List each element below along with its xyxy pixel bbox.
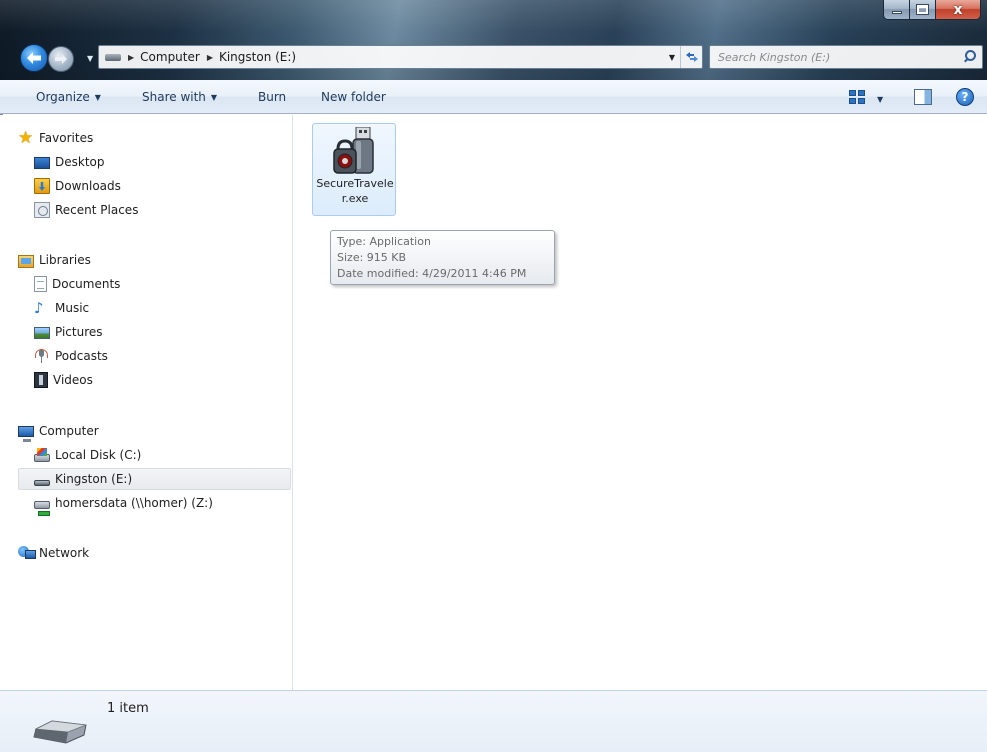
usb-security-app-icon xyxy=(333,127,374,174)
minimize-button[interactable] xyxy=(883,0,910,20)
refresh-button[interactable] xyxy=(680,46,702,68)
change-view-icon[interactable] xyxy=(849,90,865,104)
file-tooltip: Type: Application Size: 915 KB Date modi… xyxy=(330,230,555,285)
desktop-icon xyxy=(34,157,50,169)
libraries-icon xyxy=(18,254,34,268)
nav-item-label: Desktop xyxy=(55,155,105,169)
navigation-pane: ★ Favorites Desktop Downloads Recent Pla… xyxy=(0,115,293,690)
nav-computer[interactable]: Computer xyxy=(18,420,99,442)
pictures-icon xyxy=(34,327,50,339)
nav-libraries[interactable]: Libraries xyxy=(18,249,91,271)
nav-item-podcasts[interactable]: Podcasts xyxy=(34,345,108,367)
address-bar[interactable]: ▶ Computer ▶ Kingston (E:) ▼ xyxy=(98,45,703,69)
address-history-dropdown-icon[interactable]: ▼ xyxy=(664,53,680,62)
search-icon[interactable] xyxy=(961,48,979,66)
tooltip-date: Date modified: 4/29/2011 4:46 PM xyxy=(337,267,527,280)
recent-pages-dropdown[interactable]: ▼ xyxy=(87,54,97,64)
nav-item-downloads[interactable]: Downloads xyxy=(34,175,121,197)
nav-network[interactable]: Network xyxy=(18,542,89,564)
burn-button[interactable]: Burn xyxy=(258,80,286,114)
nav-item-label: Music xyxy=(55,301,90,315)
share-with-label: Share with xyxy=(142,90,206,104)
computer-icon xyxy=(18,426,34,442)
breadcrumb-chevron-icon[interactable]: ▶ xyxy=(207,53,213,62)
network-drive-icon xyxy=(34,500,50,516)
tooltip-size: Size: 915 KB xyxy=(337,251,407,264)
organize-menu[interactable]: Organize ▼ xyxy=(36,80,101,114)
view-options-dropdown-icon[interactable]: ▼ xyxy=(877,95,883,104)
nav-item-videos[interactable]: Videos xyxy=(34,369,93,391)
nav-item-music[interactable]: ♪ Music xyxy=(34,297,89,319)
close-button[interactable]: x xyxy=(936,0,981,20)
downloads-icon xyxy=(34,178,50,194)
nav-item-documents[interactable]: Documents xyxy=(34,273,120,295)
nav-item-label: Pictures xyxy=(55,325,103,339)
nav-item-label: Videos xyxy=(53,373,93,387)
close-icon: x xyxy=(953,1,963,18)
file-name-label[interactable]: SecureTraveler.exe xyxy=(313,176,397,206)
nav-item-label: Kingston (E:) xyxy=(55,472,133,486)
nav-item-kingston[interactable]: Kingston (E:) xyxy=(18,468,291,490)
back-arrow-icon xyxy=(27,52,41,64)
item-count-text: 1 item xyxy=(107,701,149,716)
share-with-menu[interactable]: Share with ▼ xyxy=(142,80,217,114)
chevron-down-icon: ▼ xyxy=(210,92,218,102)
minimize-icon xyxy=(891,11,902,14)
command-bar: Organize ▼ Share with ▼ Burn New folder xyxy=(0,80,987,114)
removable-drive-icon xyxy=(34,479,50,486)
details-pane: 1 item xyxy=(0,690,987,752)
breadcrumb-chevron-icon[interactable]: ▶ xyxy=(128,53,134,62)
new-folder-button[interactable]: New folder xyxy=(321,80,386,114)
drive-icon xyxy=(105,53,121,61)
nav-item-recent-places[interactable]: Recent Places xyxy=(34,199,138,221)
nav-item-homersdata[interactable]: homersdata (\\homer) (Z:) xyxy=(34,492,213,516)
maximize-button[interactable] xyxy=(910,0,936,20)
nav-computer-label: Computer xyxy=(39,424,99,438)
preview-pane-icon[interactable] xyxy=(914,89,932,105)
nav-item-pictures[interactable]: Pictures xyxy=(34,321,103,343)
forward-arrow-icon xyxy=(55,54,67,64)
windows-drive-icon xyxy=(34,448,50,462)
back-button[interactable] xyxy=(20,44,48,72)
forward-button[interactable] xyxy=(48,46,74,72)
tooltip-type: Type: Application xyxy=(337,235,431,248)
recent-places-icon xyxy=(34,202,50,218)
removable-drive-large-icon xyxy=(33,720,87,744)
file-item-securetraveler[interactable]: SecureTraveler.exe xyxy=(312,123,396,216)
nav-favorites-label: Favorites xyxy=(39,131,94,145)
maximize-icon xyxy=(916,4,929,15)
nav-item-local-disk[interactable]: Local Disk (C:) xyxy=(34,444,141,466)
nav-item-label: Podcasts xyxy=(55,349,108,363)
search-input[interactable] xyxy=(710,47,961,67)
refresh-icon xyxy=(685,52,698,62)
music-note-icon: ♪ xyxy=(34,299,44,317)
breadcrumb-computer[interactable]: Computer xyxy=(140,50,200,64)
file-list-pane[interactable]: SecureTraveler.exe Type: Application Siz… xyxy=(294,115,987,690)
star-icon: ★ xyxy=(18,128,34,148)
burn-label: Burn xyxy=(258,90,287,104)
new-folder-label: New folder xyxy=(321,90,386,104)
nav-libraries-label: Libraries xyxy=(39,253,91,267)
breadcrumb-kingston[interactable]: Kingston (E:) xyxy=(219,50,296,64)
documents-icon xyxy=(34,276,47,292)
nav-item-label: homersdata (\\homer) (Z:) xyxy=(55,496,213,510)
film-strip-icon xyxy=(34,372,48,388)
nav-item-label: Local Disk (C:) xyxy=(55,448,142,462)
chevron-down-icon: ▼ xyxy=(94,92,101,102)
network-globe-icon xyxy=(18,545,36,561)
nav-item-label: Recent Places xyxy=(55,203,139,217)
organize-label: Organize xyxy=(36,90,90,104)
nav-network-label: Network xyxy=(39,546,90,560)
caption-buttons: x xyxy=(883,0,981,20)
search-box[interactable] xyxy=(709,45,983,69)
podcast-microphone-icon xyxy=(34,348,50,364)
nav-item-desktop[interactable]: Desktop xyxy=(34,151,105,173)
nav-favorites[interactable]: ★ Favorites xyxy=(18,127,93,149)
nav-item-label: Downloads xyxy=(55,179,121,193)
nav-item-label: Documents xyxy=(52,277,121,291)
help-icon[interactable]: ? xyxy=(956,88,974,106)
